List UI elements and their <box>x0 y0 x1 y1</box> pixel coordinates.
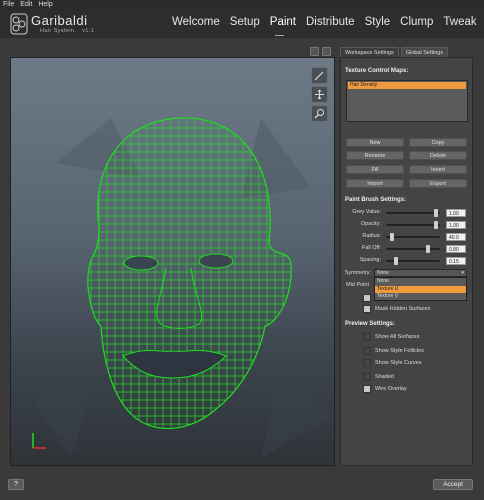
symmetry-label: Symmetry: <box>344 270 371 276</box>
nav-active-indicator <box>275 35 284 36</box>
app-header: Garibaldi Hair System. v1.1 Welcome Setu… <box>0 10 484 38</box>
slider-thumb[interactable] <box>426 245 430 253</box>
menu-bar: File Edit Help <box>0 0 484 10</box>
show-style-follicles-checkbox[interactable] <box>363 347 371 355</box>
spacing-slider[interactable] <box>386 257 440 265</box>
symmetry-option-texture-u[interactable]: Texture U <box>375 285 466 293</box>
chevron-down-icon: ▾ <box>461 270 464 276</box>
slider-thumb[interactable] <box>433 209 438 217</box>
texture-maps-list[interactable]: Hair Density <box>346 80 468 122</box>
opacity-slider[interactable] <box>386 221 440 229</box>
settings-panel: Texture Control Maps: Hair Density New C… <box>340 57 473 466</box>
shaded-checkbox[interactable] <box>363 373 371 381</box>
symmetry-option-texture-v[interactable]: Texture V <box>375 293 466 301</box>
rename-button[interactable]: Rename <box>346 151 404 160</box>
app-title: Garibaldi <box>31 13 88 28</box>
brush-icon[interactable] <box>311 67 328 84</box>
nav-paint[interactable]: Paint <box>270 16 296 28</box>
new-button[interactable]: New <box>346 138 404 147</box>
head-wireframe <box>31 117 331 458</box>
grey-value-label: Grey Value: <box>352 209 381 215</box>
app-subtitle: Hair System. v1.1 <box>40 28 94 34</box>
mask-hidden-checkbox[interactable] <box>363 305 371 313</box>
export-button[interactable]: Export <box>409 179 467 188</box>
mid-point-label: Mid Point <box>346 282 369 288</box>
grey-value-field[interactable]: 1.00 <box>446 209 466 217</box>
grey-value-slider[interactable] <box>386 209 440 217</box>
nav-distribute[interactable]: Distribute <box>306 16 355 28</box>
nav-clump[interactable]: Clump <box>400 16 433 28</box>
fall-off-label: Fall Off: <box>361 245 381 251</box>
brush-settings-title: Paint Brush Settings: <box>345 197 407 203</box>
accept-button[interactable]: Accept <box>433 479 473 490</box>
zoom-icon[interactable] <box>311 105 328 122</box>
symmetry-value: None <box>377 270 389 276</box>
spacing-label: Spacing: <box>359 257 381 263</box>
tab-global-settings[interactable]: Global Settings <box>400 47 449 57</box>
show-style-follicles-label: Show Style Follicles <box>375 348 424 354</box>
slider-thumb[interactable] <box>393 257 398 265</box>
opacity-field[interactable]: 1.00 <box>446 221 466 229</box>
wire-overlay-label: Wire Overlay <box>375 386 407 392</box>
symmetry-select[interactable]: None ▾ <box>374 269 467 277</box>
menu-help[interactable]: Help <box>38 0 52 10</box>
menu-edit[interactable]: Edit <box>20 0 32 10</box>
tab-workspace-settings[interactable]: Workspace Settings <box>340 47 399 57</box>
texture-map-item[interactable]: Hair Density <box>348 82 466 89</box>
app-subtitle-text: Hair System. <box>40 28 77 34</box>
pin-icon[interactable] <box>310 47 319 56</box>
nav-style[interactable]: Style <box>365 16 391 28</box>
delete-button[interactable]: Delete <box>409 151 467 160</box>
show-all-surfaces-checkbox[interactable] <box>363 333 371 341</box>
axis-gizmo <box>32 433 46 449</box>
nav-tweak[interactable]: Tweak <box>443 16 476 28</box>
copy-button[interactable]: Copy <box>409 138 467 147</box>
preview-settings-title: Preview Settings: <box>345 321 396 327</box>
mid-point-checkbox[interactable] <box>363 294 371 302</box>
spacing-field[interactable]: 0.15 <box>446 257 466 265</box>
nav-welcome[interactable]: Welcome <box>172 16 220 28</box>
menu-file[interactable]: File <box>3 0 14 10</box>
help-button[interactable]: ? <box>8 479 24 490</box>
show-all-surfaces-label: Show All Surfaces <box>375 334 420 340</box>
show-style-curves-label: Show Style Curves <box>375 360 422 366</box>
slider-thumb[interactable] <box>433 221 438 229</box>
show-style-curves-checkbox[interactable] <box>363 359 371 367</box>
slider-thumb[interactable] <box>390 233 394 241</box>
garibaldi-logo-icon <box>10 13 28 35</box>
import-button[interactable]: Import <box>346 179 404 188</box>
main-nav: Welcome Setup Paint Distribute Style Clu… <box>172 16 477 28</box>
symmetry-dropdown: None Texture U Texture V <box>374 277 467 301</box>
invert-button[interactable]: Invert <box>409 165 467 174</box>
app-version: v1.1 <box>82 28 95 34</box>
fill-button[interactable]: Fill <box>346 165 404 174</box>
3d-viewport[interactable] <box>10 57 335 466</box>
settings-tabs: Workspace Settings Global Settings <box>340 47 449 57</box>
nav-setup[interactable]: Setup <box>230 16 260 28</box>
radius-field[interactable]: 40.0 <box>446 233 466 241</box>
move-icon[interactable] <box>311 86 328 103</box>
fall-off-slider[interactable] <box>386 245 440 253</box>
wire-overlay-checkbox[interactable] <box>363 385 371 393</box>
radius-label: Radius: <box>362 233 381 239</box>
viewport-tools <box>311 67 328 122</box>
symmetry-option-none[interactable]: None <box>375 278 466 286</box>
fall-off-field[interactable]: 0.80 <box>446 245 466 253</box>
mask-hidden-label: Mask Hidden Surfaces <box>375 306 431 312</box>
home-icon[interactable] <box>322 47 331 56</box>
radius-slider[interactable] <box>386 233 440 241</box>
opacity-label: Opacity: <box>360 221 381 227</box>
shaded-label: Shaded <box>375 374 394 380</box>
texture-maps-title: Texture Control Maps: <box>345 68 409 74</box>
